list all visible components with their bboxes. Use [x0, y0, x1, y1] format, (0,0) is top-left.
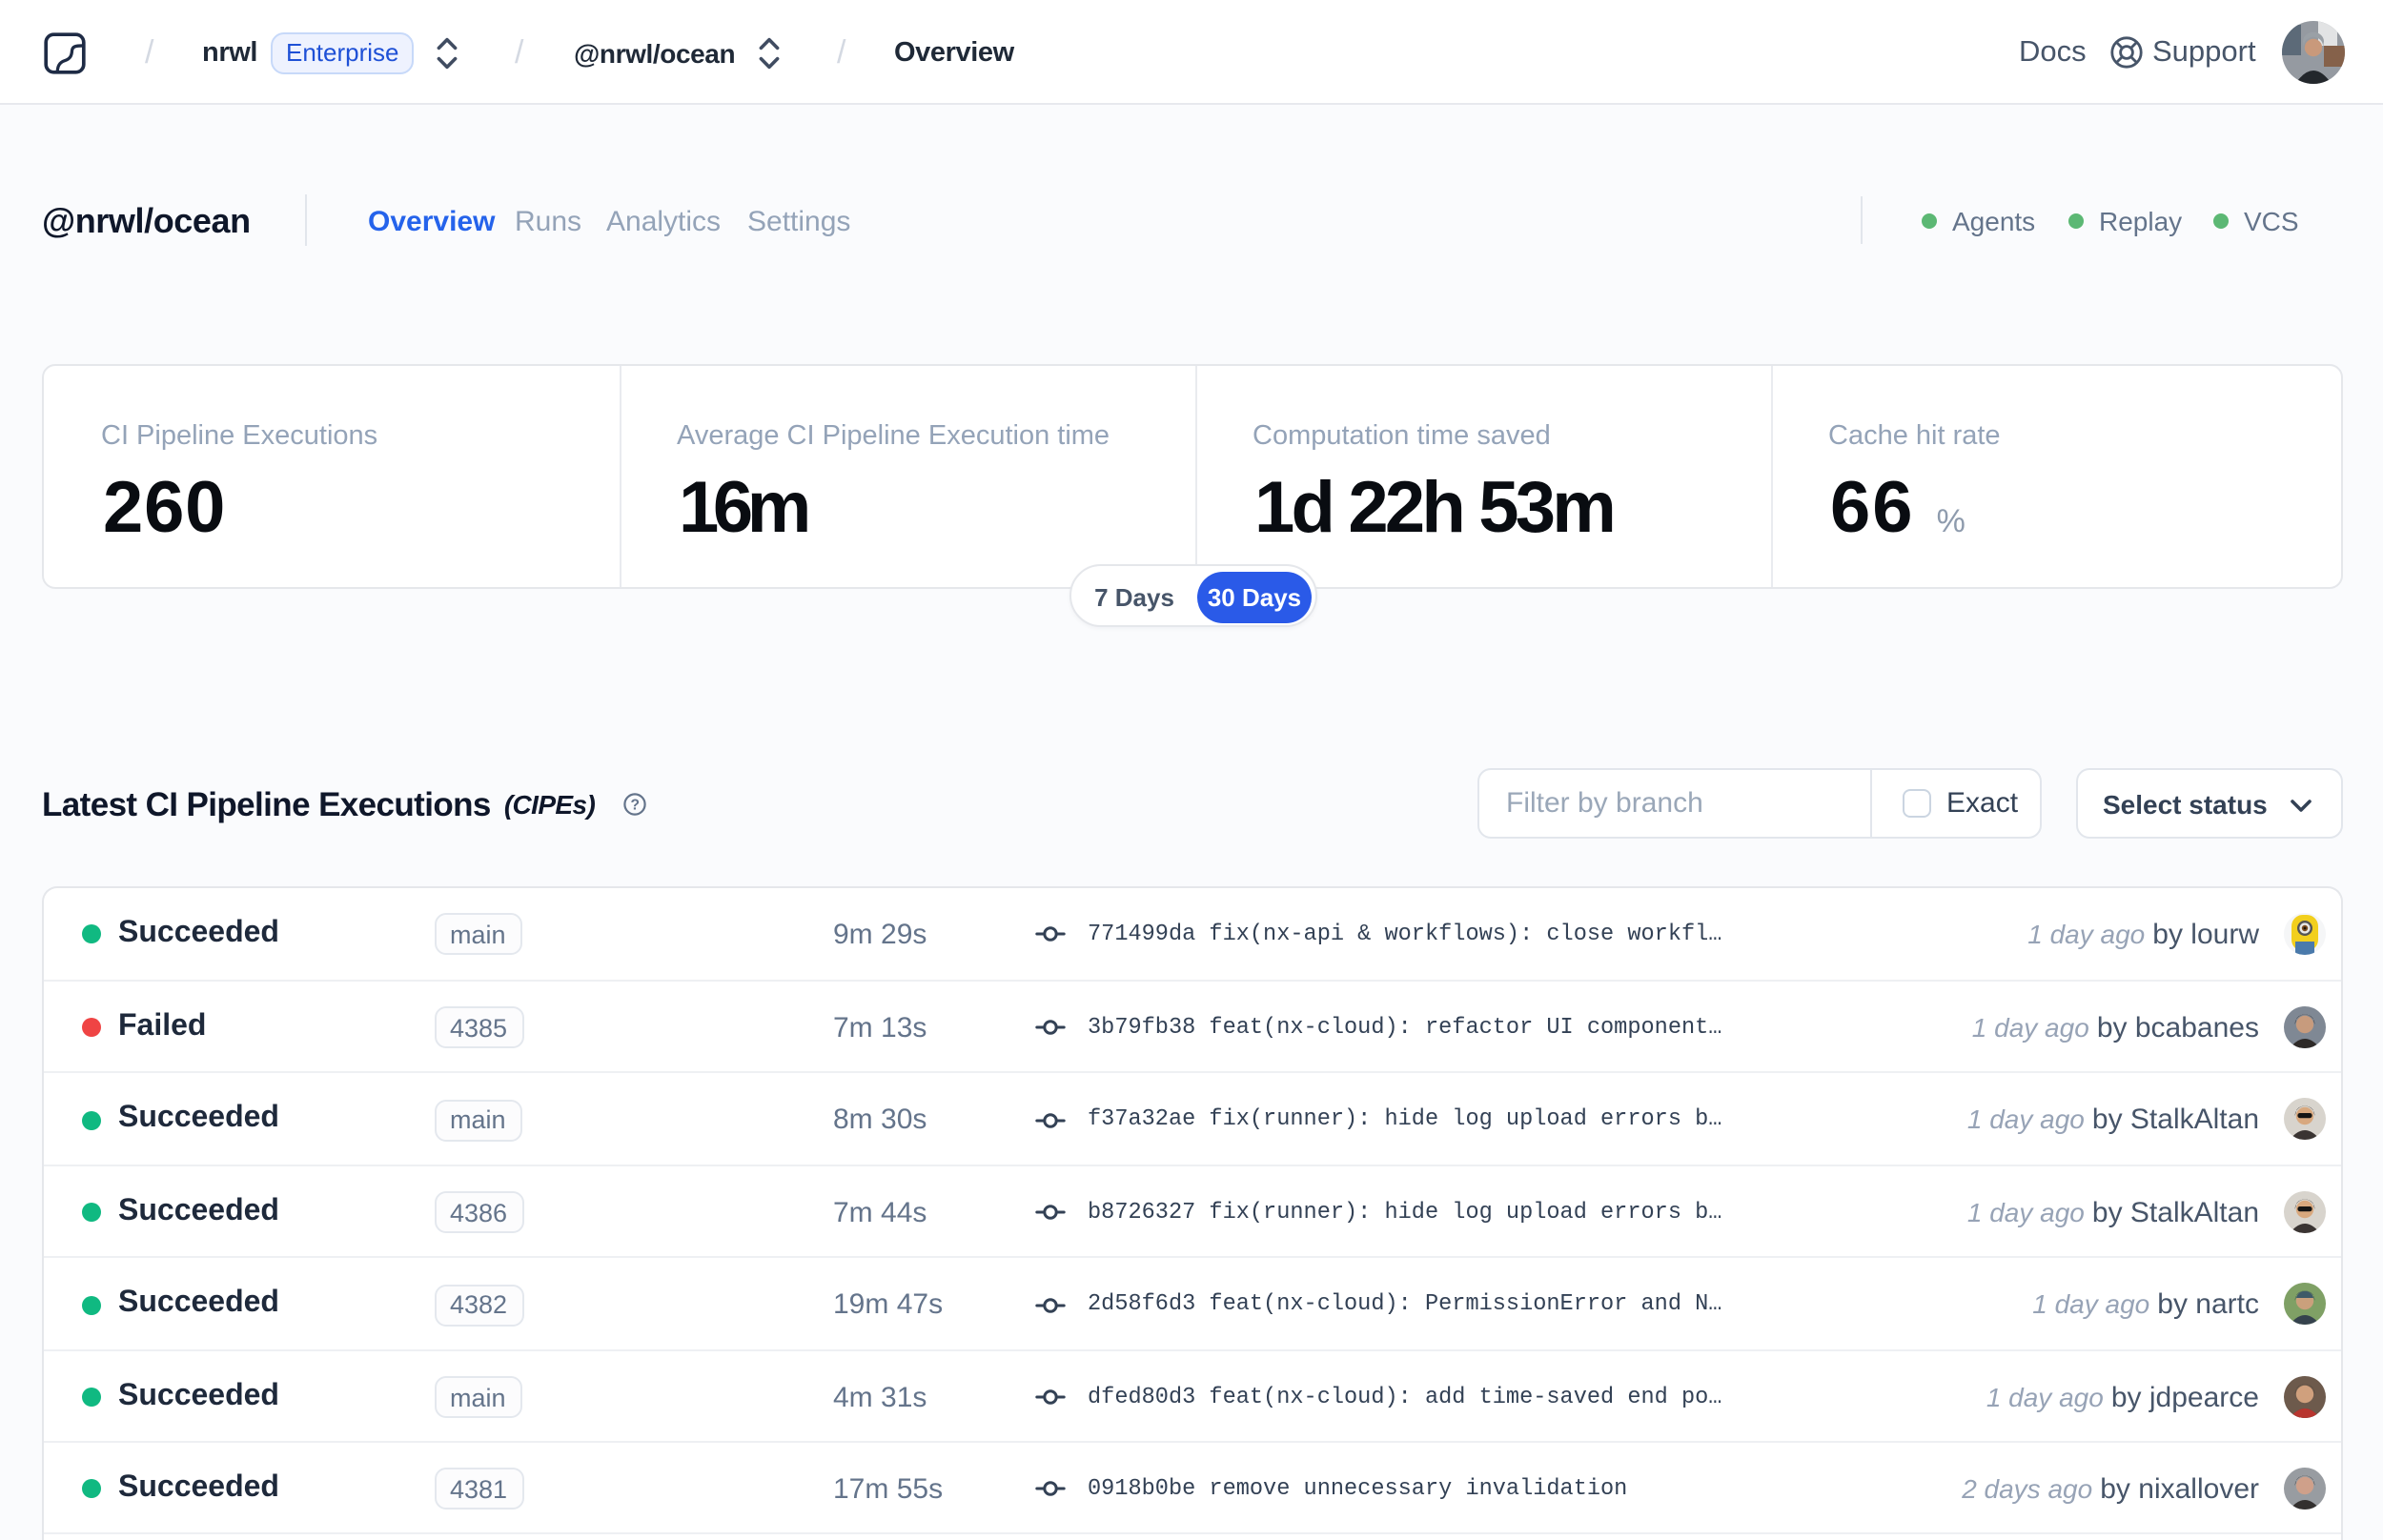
svg-text:?: ? — [631, 798, 640, 814]
